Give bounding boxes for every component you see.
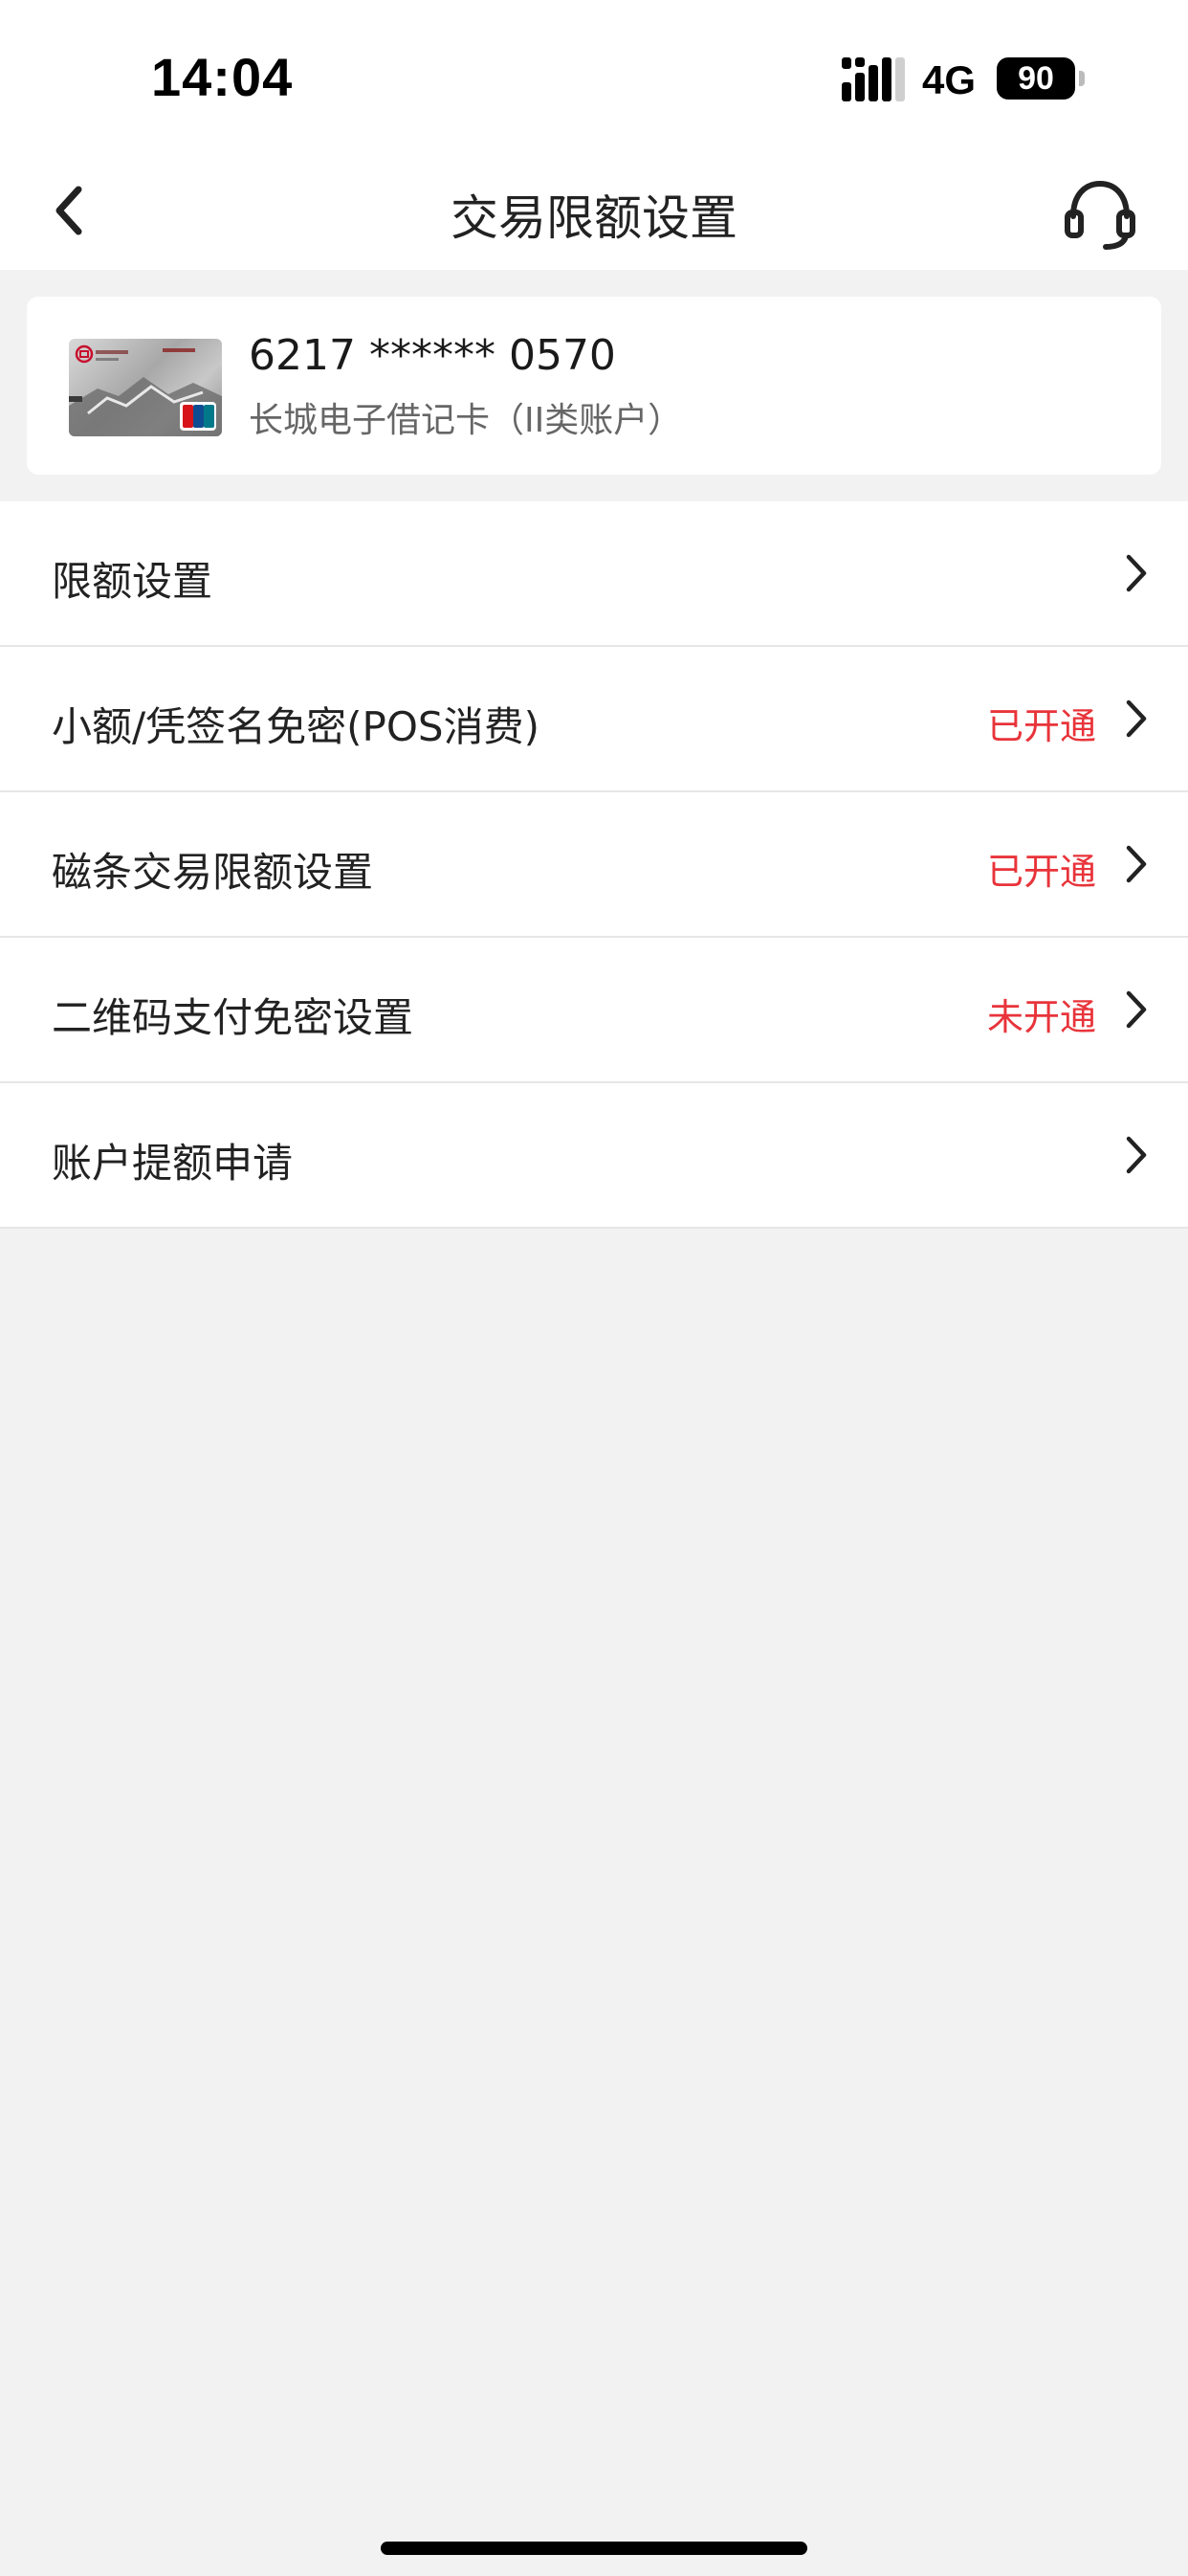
settings-list: 限额设置 小额/凭签名免密(POS消费) 已开通 磁条交易限额设置 已开通 二维… bbox=[0, 501, 1188, 1229]
menu-item-status: 已开通 bbox=[986, 851, 1096, 893]
chevron-right-icon bbox=[1126, 554, 1147, 592]
headset-icon[interactable] bbox=[1060, 172, 1140, 253]
menu-item-label: 二维码支付免密设置 bbox=[52, 994, 414, 1041]
menu-item-limit-increase[interactable]: 账户提额申请 bbox=[0, 1083, 1188, 1229]
menu-item-status: 未开通 bbox=[986, 996, 1096, 1038]
menu-item-label: 小额/凭签名免密(POS消费) bbox=[52, 703, 539, 750]
menu-item-label: 账户提额申请 bbox=[52, 1140, 294, 1187]
status-bar: 14:04 4G 90 bbox=[0, 0, 1188, 153]
chevron-right-icon bbox=[1126, 700, 1147, 738]
page-title: 交易限额设置 bbox=[451, 190, 737, 246]
menu-item-magstripe-limit[interactable]: 磁条交易限额设置 已开通 bbox=[0, 792, 1188, 938]
card-number: 6217 ****** 0570 bbox=[249, 331, 616, 380]
great-wall-card-art bbox=[69, 344, 222, 436]
menu-item-status: 已开通 bbox=[986, 705, 1096, 747]
status-time: 14:04 bbox=[151, 47, 294, 107]
signal-strength-icon bbox=[842, 57, 905, 101]
card-type: 长城电子借记卡（II类账户） bbox=[249, 401, 683, 440]
chevron-right-icon bbox=[1126, 990, 1147, 1029]
battery-level: 90 bbox=[997, 57, 1075, 100]
home-indicator[interactable] bbox=[381, 2542, 807, 2555]
navigation-bar: 交易限额设置 bbox=[0, 153, 1188, 270]
menu-item-qr-pay-settings[interactable]: 二维码支付免密设置 未开通 bbox=[0, 938, 1188, 1083]
chevron-right-icon bbox=[1126, 845, 1147, 883]
card-section: 6217 ****** 0570 长城电子借记卡（II类账户） bbox=[0, 270, 1188, 501]
menu-item-label: 限额设置 bbox=[52, 558, 213, 605]
menu-item-limit-settings[interactable]: 限额设置 bbox=[0, 501, 1188, 647]
menu-item-small-amount-pos[interactable]: 小额/凭签名免密(POS消费) 已开通 bbox=[0, 647, 1188, 792]
battery-cap bbox=[1079, 71, 1085, 86]
network-type: 4G bbox=[922, 57, 977, 102]
menu-item-label: 磁条交易限额设置 bbox=[52, 849, 374, 896]
card-panel[interactable]: 6217 ****** 0570 长城电子借记卡（II类账户） bbox=[27, 297, 1161, 475]
bank-card-image bbox=[69, 339, 222, 436]
chevron-right-icon bbox=[1126, 1136, 1147, 1174]
battery-icon: 90 bbox=[997, 57, 1085, 100]
